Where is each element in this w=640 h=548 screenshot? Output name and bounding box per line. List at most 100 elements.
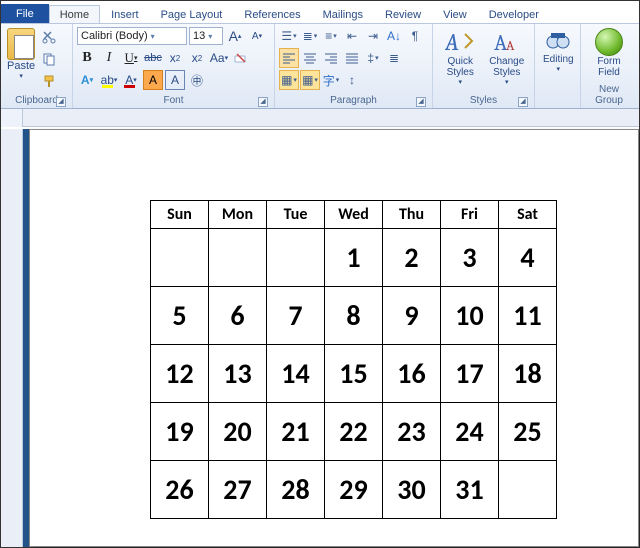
calendar-cell[interactable]: 30 xyxy=(383,461,441,519)
change-styles-button[interactable]: AA Change Styles ▾ xyxy=(484,26,531,94)
decrease-indent-button[interactable]: ⇤ xyxy=(342,26,362,46)
calendar-cell[interactable]: 25 xyxy=(499,403,557,461)
tab-mailings[interactable]: Mailings xyxy=(312,5,374,23)
chevron-down-icon[interactable]: ▾ xyxy=(208,32,212,41)
borders-button[interactable]: ▦▾ xyxy=(300,70,320,90)
calendar-cell[interactable]: 2 xyxy=(383,229,441,287)
dialog-launcher-icon[interactable]: ◢ xyxy=(416,97,426,107)
clear-formatting-button[interactable] xyxy=(231,48,251,68)
tab-page-layout[interactable]: Page Layout xyxy=(150,5,234,23)
enclose-chars-button[interactable]: ㊥ xyxy=(187,70,207,90)
sort-button[interactable]: A↓ xyxy=(384,26,404,46)
indent-icon: ⇥ xyxy=(368,29,378,43)
calendar-cell[interactable]: 20 xyxy=(209,403,267,461)
quick-styles-button[interactable]: A Quick Styles ▾ xyxy=(437,26,484,94)
calendar-cell[interactable]: 29 xyxy=(325,461,383,519)
increase-indent-button[interactable]: ⇥ xyxy=(363,26,383,46)
copy-button[interactable] xyxy=(40,50,58,68)
calendar-cell[interactable]: 23 xyxy=(383,403,441,461)
editing-button[interactable]: Editing ▾ xyxy=(539,26,578,94)
font-size-combo[interactable]: 13 ▾ xyxy=(189,27,223,45)
shading-button[interactable]: ▦▾ xyxy=(279,70,299,90)
calendar-cell[interactable] xyxy=(267,229,325,287)
justify-button[interactable] xyxy=(342,48,362,68)
numbering-button[interactable]: ≣▾ xyxy=(300,26,320,46)
bold-button[interactable]: B xyxy=(77,48,97,68)
calendar-cell[interactable] xyxy=(499,461,557,519)
multilevel-list-button[interactable]: ≡▾ xyxy=(321,26,341,46)
line-spacing-button[interactable]: ‡▾ xyxy=(363,48,383,68)
tab-review[interactable]: Review xyxy=(374,5,432,23)
subscript-button[interactable]: x2 xyxy=(165,48,185,68)
calendar-cell[interactable]: 13 xyxy=(209,345,267,403)
strikethrough-button[interactable]: abc xyxy=(143,48,163,68)
calendar-cell[interactable]: 16 xyxy=(383,345,441,403)
tab-home[interactable]: Home xyxy=(49,5,100,23)
calendar-cell[interactable]: 21 xyxy=(267,403,325,461)
calendar-cell[interactable]: 4 xyxy=(499,229,557,287)
calendar-cell[interactable]: 6 xyxy=(209,287,267,345)
calendar-cell[interactable]: 31 xyxy=(441,461,499,519)
calendar-table[interactable]: Sun Mon Tue Wed Thu Fri Sat 123456789101… xyxy=(150,200,557,519)
ribbon-tabs: File Home Insert Page Layout References … xyxy=(1,1,639,23)
show-marks-button[interactable]: ¶ xyxy=(405,26,425,46)
sort-desc-button[interactable]: ↕ xyxy=(342,70,362,90)
calendar-cell[interactable]: 3 xyxy=(441,229,499,287)
underline-button[interactable]: U ▾ xyxy=(121,48,141,68)
chevron-down-icon[interactable]: ▾ xyxy=(151,32,155,41)
format-painter-button[interactable] xyxy=(40,72,58,90)
calendar-cell[interactable]: 26 xyxy=(151,461,209,519)
paste-button[interactable]: Paste ▾ xyxy=(5,26,37,80)
align-left-button[interactable] xyxy=(279,48,299,68)
cut-button[interactable] xyxy=(40,28,58,46)
calendar-cell[interactable]: 12 xyxy=(151,345,209,403)
dialog-launcher-icon[interactable]: ◢ xyxy=(258,97,268,107)
dialog-launcher-icon[interactable]: ◢ xyxy=(56,97,66,107)
bullets-button[interactable]: ☰▾ xyxy=(279,26,299,46)
calendar-cell[interactable]: 18 xyxy=(499,345,557,403)
char-border-button[interactable]: A xyxy=(165,70,185,90)
calendar-cell[interactable]: 11 xyxy=(499,287,557,345)
tab-view[interactable]: View xyxy=(432,5,478,23)
align-right-button[interactable] xyxy=(321,48,341,68)
calendar-cell[interactable] xyxy=(209,229,267,287)
calendar-cell[interactable]: 19 xyxy=(151,403,209,461)
calendar-cell[interactable]: 17 xyxy=(441,345,499,403)
form-field-button[interactable]: Form Field xyxy=(585,26,633,83)
tab-file[interactable]: File xyxy=(1,4,49,23)
superscript-button[interactable]: x2 xyxy=(187,48,207,68)
calendar-cell[interactable]: 15 xyxy=(325,345,383,403)
tab-insert[interactable]: Insert xyxy=(100,5,150,23)
align-center-button[interactable] xyxy=(300,48,320,68)
grow-font-button[interactable]: A▴ xyxy=(225,26,245,46)
calendar-cell[interactable]: 8 xyxy=(325,287,383,345)
calendar-cell[interactable]: 1 xyxy=(325,229,383,287)
calendar-cell[interactable]: 27 xyxy=(209,461,267,519)
char-shading-button[interactable]: A xyxy=(143,70,163,90)
document-page[interactable]: Sun Mon Tue Wed Thu Fri Sat 123456789101… xyxy=(29,129,639,547)
calendar-cell[interactable]: 9 xyxy=(383,287,441,345)
italic-button[interactable]: I xyxy=(99,48,119,68)
change-case-button[interactable]: Aa▾ xyxy=(209,48,229,68)
calendar-cell[interactable]: 14 xyxy=(267,345,325,403)
highlight-color-button[interactable]: ab▾ xyxy=(99,70,119,90)
font-color-button[interactable]: A▾ xyxy=(121,70,141,90)
shrink-font-button[interactable]: A▾ xyxy=(247,26,267,46)
distributed-button[interactable]: ≣ xyxy=(384,48,404,68)
asian-layout-button[interactable]: 字▾ xyxy=(321,70,341,90)
calendar-cell[interactable]: 5 xyxy=(151,287,209,345)
document-area: Sun Mon Tue Wed Thu Fri Sat 123456789101… xyxy=(1,129,639,547)
font-name-combo[interactable]: Calibri (Body) ▾ xyxy=(77,27,187,45)
dialog-launcher-icon[interactable]: ◢ xyxy=(518,97,528,107)
calendar-cell[interactable] xyxy=(151,229,209,287)
tab-references[interactable]: References xyxy=(233,5,311,23)
calendar-cell[interactable]: 7 xyxy=(267,287,325,345)
calendar-cell[interactable]: 10 xyxy=(441,287,499,345)
tab-developer[interactable]: Developer xyxy=(478,5,550,23)
text-effects-button[interactable]: A▾ xyxy=(77,70,97,90)
calendar-cell[interactable]: 28 xyxy=(267,461,325,519)
calendar-cell[interactable]: 24 xyxy=(441,403,499,461)
calendar-cell[interactable]: 22 xyxy=(325,403,383,461)
cal-header: Tue xyxy=(267,201,325,229)
chevron-down-icon: ▾ xyxy=(458,78,462,86)
